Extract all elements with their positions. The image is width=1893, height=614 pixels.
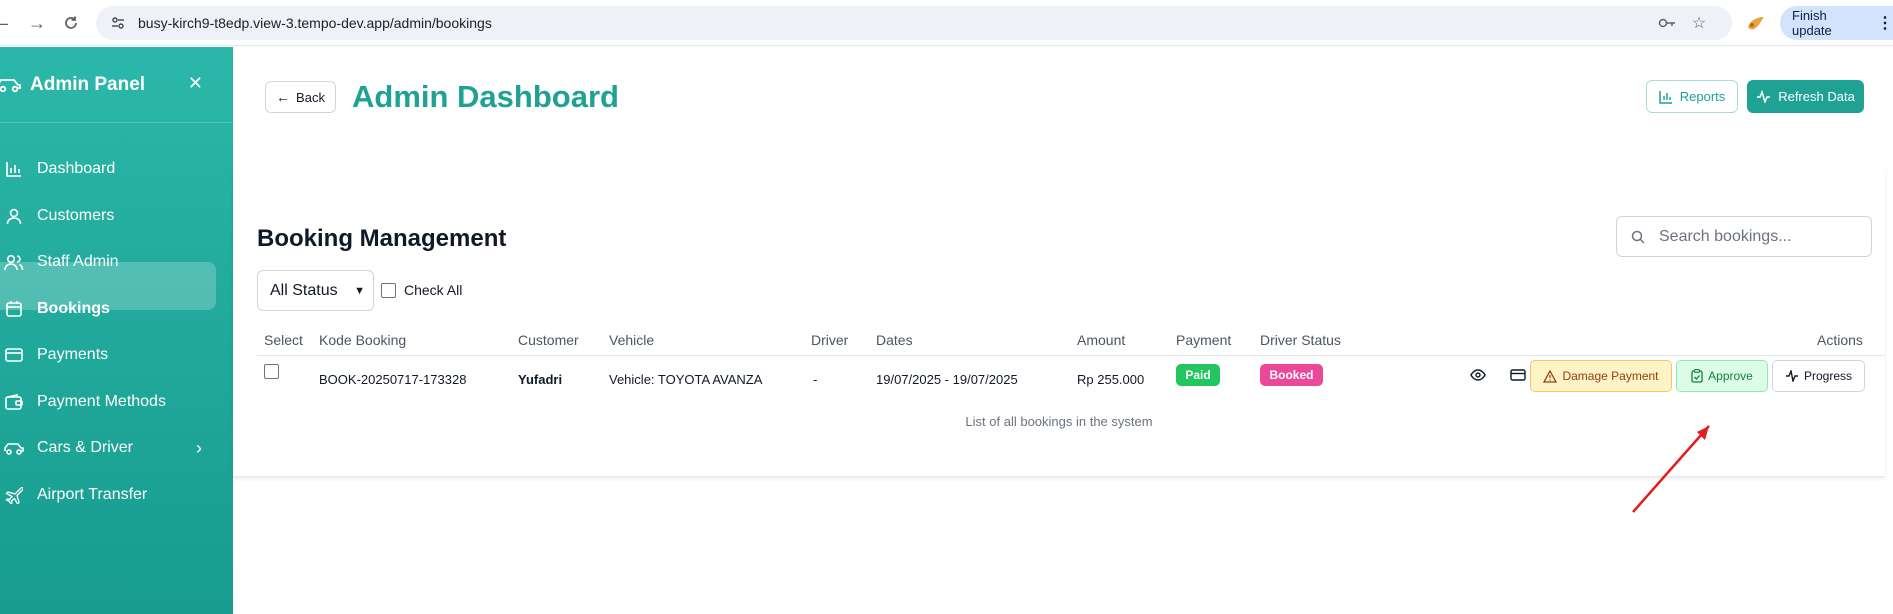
activity-icon xyxy=(1756,90,1771,103)
column-header-vehicle: Vehicle xyxy=(609,332,655,348)
payment-status-badge: Paid xyxy=(1176,364,1220,386)
approve-button[interactable]: Approve xyxy=(1676,360,1768,392)
url-text: busy-kirch9-t8edp.view-3.tempo-dev.app/a… xyxy=(138,15,492,31)
sidebar-title: Admin Panel xyxy=(30,73,146,95)
search-box[interactable] xyxy=(1616,216,1872,257)
damage-payment-button[interactable]: Damage Payment xyxy=(1530,360,1672,392)
sidebar-item-cars-driver[interactable]: Cars & Driver › xyxy=(0,424,216,472)
booking-driver: - xyxy=(813,372,818,387)
car-icon xyxy=(4,438,24,458)
bookmark-star-icon[interactable]: ☆ xyxy=(1690,14,1708,32)
reload-icon[interactable] xyxy=(60,12,82,34)
sidebar-item-dashboard[interactable]: Dashboard xyxy=(0,145,216,193)
search-icon xyxy=(1631,230,1645,244)
site-settings-icon[interactable] xyxy=(108,13,128,33)
booking-vehicle: Vehicle: TOYOTA AVANZA xyxy=(609,372,763,387)
progress-label: Progress xyxy=(1803,369,1853,383)
check-all-label: Check All xyxy=(404,282,463,298)
activity-icon xyxy=(1785,370,1799,382)
booking-code: BOOK-20250717-173328 xyxy=(319,372,467,387)
credit-card-icon xyxy=(4,345,24,365)
calendar-icon xyxy=(4,299,24,319)
more-menu-icon[interactable]: ⋮ xyxy=(1877,13,1893,33)
booking-dates: 19/07/2025 - 19/07/2025 xyxy=(876,372,1018,387)
column-header-driver: Driver xyxy=(811,332,849,348)
sidebar-item-payment-methods[interactable]: Payment Methods xyxy=(0,378,216,426)
column-header-kode-booking: Kode Booking xyxy=(319,332,407,348)
payment-card-icon[interactable] xyxy=(1509,367,1527,383)
column-header-customer: Customer xyxy=(518,332,579,348)
plane-icon xyxy=(4,485,24,505)
back-label: Back xyxy=(296,89,325,105)
forward-nav-icon[interactable]: → xyxy=(26,12,48,34)
refresh-label: Refresh Data xyxy=(1778,89,1855,104)
reports-label: Reports xyxy=(1679,89,1726,104)
back-nav-icon[interactable]: – xyxy=(0,12,14,34)
wallet-icon xyxy=(4,392,24,412)
sidebar-item-payments[interactable]: Payments xyxy=(0,331,216,379)
sidebar-header: Admin Panel ✕ xyxy=(0,47,233,123)
sidebar-item-label: Customers xyxy=(37,207,115,224)
search-input[interactable] xyxy=(1659,227,1849,246)
column-header-select: Select xyxy=(264,332,303,348)
refresh-data-button[interactable]: Refresh Data xyxy=(1747,80,1864,113)
sidebar-item-label: Cars & Driver xyxy=(37,439,134,456)
back-button[interactable]: ← Back xyxy=(265,81,336,113)
sidebar-item-label: Payments xyxy=(37,346,109,363)
page-title: Admin Dashboard xyxy=(352,79,619,114)
sidebar: Admin Panel ✕ Dashboard Customers Staff … xyxy=(0,47,233,614)
extension-icon[interactable] xyxy=(1744,11,1768,35)
close-sidebar-icon[interactable]: ✕ xyxy=(188,73,203,94)
chevron-right-icon: › xyxy=(196,437,202,458)
main-content: ← Back Admin Dashboard Reports Refresh D… xyxy=(233,47,1893,614)
bar-chart-icon xyxy=(4,159,24,179)
column-header-actions: Actions xyxy=(1817,332,1863,348)
status-filter-value: All Status xyxy=(270,281,338,299)
sidebar-item-airport-transfer[interactable]: Airport Transfer xyxy=(0,471,216,519)
car-logo-icon xyxy=(0,78,21,92)
bar-chart-icon xyxy=(1658,90,1673,104)
annotation-arrow xyxy=(1632,425,1710,513)
damage-payment-label: Damage Payment xyxy=(1562,369,1659,383)
driver-status-badge: Booked xyxy=(1260,364,1323,386)
column-header-payment: Payment xyxy=(1176,332,1232,348)
check-all-checkbox[interactable] xyxy=(381,282,396,298)
sidebar-item-label: Bookings xyxy=(37,300,110,317)
sidebar-item-bookings-label-row[interactable]: Bookings xyxy=(0,285,216,333)
sidebar-item-customers[interactable]: Customers xyxy=(0,192,216,240)
sidebar-item-label: Payment Methods xyxy=(37,393,166,410)
browser-toolbar: – → busy-kirch9-t8edp.view-3.tempo-dev.a… xyxy=(0,0,1893,46)
header-divider xyxy=(257,355,1885,356)
warning-triangle-icon xyxy=(1543,369,1558,383)
arrow-left-icon: ← xyxy=(276,89,291,105)
row-select-checkbox[interactable] xyxy=(264,364,279,379)
finish-update-label: Finish update xyxy=(1792,8,1832,38)
column-header-dates: Dates xyxy=(876,332,913,348)
chevron-down-icon: ▼ xyxy=(354,284,365,297)
approve-label: Approve xyxy=(1708,369,1753,383)
finish-update-button[interactable]: Finish update ⋮ xyxy=(1780,6,1893,40)
column-header-driver-status: Driver Status xyxy=(1260,332,1341,348)
check-all[interactable]: Check All xyxy=(381,282,462,298)
column-header-amount: Amount xyxy=(1077,332,1126,348)
address-bar[interactable]: busy-kirch9-t8edp.view-3.tempo-dev.app/a… xyxy=(96,6,1732,40)
sidebar-item-label: Airport Transfer xyxy=(37,486,148,503)
reports-button[interactable]: Reports xyxy=(1646,80,1738,113)
booking-customer: Yufadri xyxy=(518,372,563,387)
status-filter-select[interactable]: All Status ▼ xyxy=(257,270,374,311)
user-icon xyxy=(4,206,24,226)
progress-button[interactable]: Progress xyxy=(1772,360,1865,392)
clipboard-check-icon xyxy=(1691,369,1703,383)
sidebar-item-label: Dashboard xyxy=(37,160,116,177)
booking-amount: Rp 255.000 xyxy=(1077,372,1145,387)
view-eye-icon[interactable] xyxy=(1469,367,1487,383)
section-title: Booking Management xyxy=(257,225,507,252)
password-key-icon[interactable] xyxy=(1658,14,1676,32)
